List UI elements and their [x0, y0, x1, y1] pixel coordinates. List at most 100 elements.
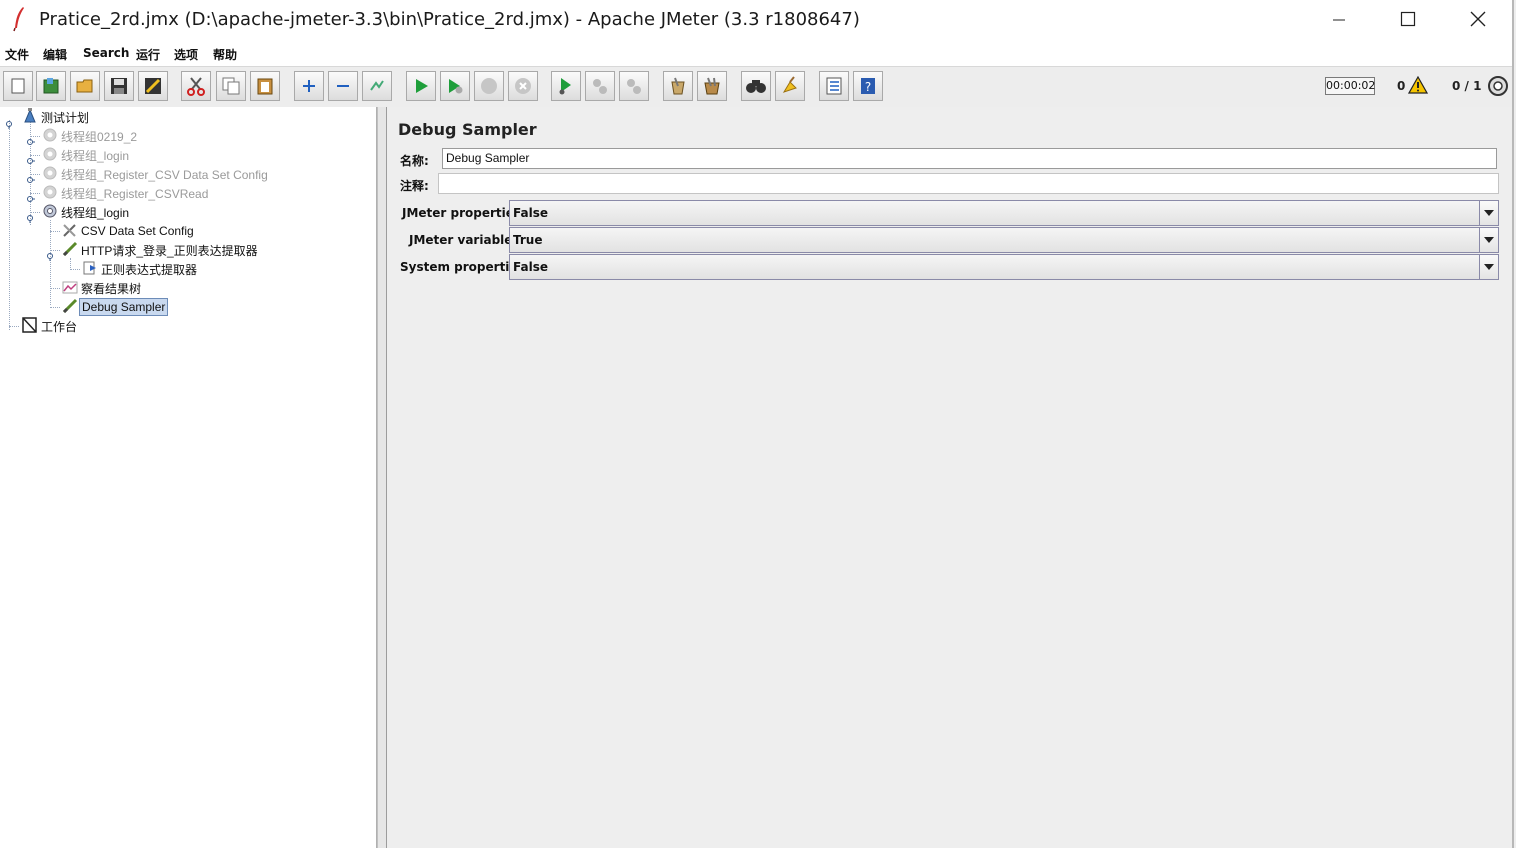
stop-button[interactable]: [474, 71, 504, 101]
expand-handle-icon[interactable]: [26, 189, 35, 208]
tree-node-thread-group[interactable]: 线程组_login: [41, 146, 131, 164]
tree-node-http-request[interactable]: HTTP请求_登录_正则表达提取器: [61, 241, 260, 259]
menu-edit[interactable]: 编辑: [43, 46, 67, 63]
function-helper-button[interactable]: [819, 71, 849, 101]
jmeter-variables-select[interactable]: True: [509, 227, 1499, 253]
debug-sampler-panel: Debug Sampler 名称: Debug Sampler 注释: JMet…: [387, 107, 1512, 848]
remote-status-icon: [1487, 75, 1509, 101]
jmeter-window: Pratice_2rd.jmx (D:\apache-jmeter-3.3\bi…: [0, 0, 1514, 848]
new-icon: [9, 77, 27, 95]
help-button[interactable]: ?: [853, 71, 883, 101]
start-button[interactable]: [406, 71, 436, 101]
menu-help[interactable]: 帮助: [213, 46, 237, 63]
save-icon: [109, 76, 129, 96]
remote-start-button[interactable]: [551, 71, 581, 101]
clear-all-icon: [702, 76, 722, 96]
reset-search-icon: [780, 76, 800, 96]
tree-node-test-plan[interactable]: 测试计划: [21, 107, 91, 126]
expand-handle-icon[interactable]: [26, 151, 35, 170]
maximize-button[interactable]: [1378, 0, 1438, 42]
stop-icon: [479, 76, 499, 96]
clear-all-button[interactable]: [697, 71, 727, 101]
tree-node-debug-sampler[interactable]: Debug Sampler: [61, 298, 169, 317]
collapse-handle-icon[interactable]: [26, 208, 35, 227]
jmeter-variables-value: True: [513, 233, 543, 247]
toggle-button[interactable]: [362, 71, 392, 101]
tree-node-label: 线程组_Register_CSV Data Set Config: [61, 167, 268, 182]
open-button[interactable]: [70, 71, 100, 101]
remote-shutdown-button[interactable]: [619, 71, 649, 101]
close-button[interactable]: [1448, 0, 1508, 42]
jmeter-properties-value: False: [513, 206, 548, 220]
cut-button[interactable]: [181, 71, 211, 101]
warning-icon[interactable]: [1407, 75, 1429, 98]
tree-node-label: 线程组0219_2: [61, 129, 138, 144]
tree-node-label: 工作台: [41, 319, 78, 334]
expand-handle-icon[interactable]: [26, 170, 35, 189]
chevron-down-icon[interactable]: [1479, 201, 1498, 225]
menu-run[interactable]: 运行: [136, 46, 160, 63]
tree-node-thread-group[interactable]: 线程组_Register_CSVRead: [41, 184, 210, 202]
tree-node-label: Debug Sampler: [79, 298, 169, 316]
tree-node-label: 线程组_login: [61, 205, 130, 220]
tree-node-workbench[interactable]: 工作台: [21, 316, 79, 336]
collapse-handle-icon[interactable]: [5, 114, 14, 133]
expand-handle-icon[interactable]: [26, 132, 35, 151]
tree-node-label: CSV Data Set Config: [81, 224, 194, 238]
expand-all-button[interactable]: [294, 71, 324, 101]
save-button[interactable]: [104, 71, 134, 101]
function-helper-icon: [824, 76, 844, 96]
search-button[interactable]: [741, 71, 771, 101]
thread-group-icon: [41, 146, 59, 165]
tree-node-label: 线程组_login: [61, 148, 130, 163]
elapsed-timer: 00:00:02: [1325, 77, 1375, 95]
tree-node-csv-config[interactable]: CSV Data Set Config: [61, 222, 196, 240]
remote-stop-button[interactable]: [585, 71, 615, 101]
clear-button[interactable]: [663, 71, 693, 101]
workbench-icon: [21, 316, 39, 336]
menu-options[interactable]: 选项: [174, 46, 198, 63]
tree-node-view-results-tree[interactable]: 察看结果树: [61, 279, 143, 297]
tree-node-thread-group[interactable]: 线程组_Register_CSV Data Set Config: [41, 165, 270, 183]
toggle-icon: [368, 77, 386, 95]
start-no-pause-icon: [446, 77, 464, 95]
chevron-down-icon[interactable]: [1479, 228, 1498, 252]
copy-icon: [221, 76, 241, 96]
open-icon: [75, 76, 95, 96]
paste-icon: [255, 76, 275, 96]
system-properties-select[interactable]: False: [509, 254, 1499, 280]
chevron-down-icon[interactable]: [1479, 255, 1498, 279]
templates-button[interactable]: [36, 71, 66, 101]
paste-button[interactable]: [250, 71, 280, 101]
collapse-handle-icon[interactable]: [46, 246, 55, 265]
thread-group-icon: [41, 165, 59, 184]
minimize-button[interactable]: [1309, 0, 1369, 42]
remote-shutdown-icon: [624, 76, 644, 96]
thread-group-icon: [41, 184, 59, 203]
jmeter-variables-label: JMeter variables:: [409, 233, 525, 247]
minimize-icon: [1332, 12, 1346, 31]
post-processor-icon: [81, 260, 99, 279]
tree-node-thread-group[interactable]: 线程组0219_2: [41, 127, 139, 145]
tree-node-thread-group[interactable]: 线程组_login: [41, 203, 131, 221]
search-icon: [745, 77, 767, 95]
tree-node-label: 正则表达式提取器: [101, 262, 198, 277]
copy-button[interactable]: [216, 71, 246, 101]
toolbar: ? 00:00:02 0 0 / 1: [0, 66, 1512, 108]
sampler-icon: [61, 298, 79, 317]
menu-file[interactable]: 文件: [5, 46, 29, 63]
split-pane-divider[interactable]: [377, 107, 387, 848]
comment-field[interactable]: [438, 173, 1499, 194]
shutdown-button[interactable]: [508, 71, 538, 101]
tree-node-label: 测试计划: [41, 110, 90, 125]
collapse-all-button[interactable]: [328, 71, 358, 101]
start-no-pauses-button[interactable]: [440, 71, 470, 101]
save-as-button[interactable]: [138, 71, 168, 101]
new-button[interactable]: [3, 71, 33, 101]
tree-node-regex-extractor[interactable]: 正则表达式提取器: [81, 260, 199, 278]
panel-title: Debug Sampler: [398, 120, 537, 139]
reset-search-button[interactable]: [775, 71, 805, 101]
menu-search[interactable]: Search: [83, 46, 129, 60]
jmeter-properties-select[interactable]: False: [509, 200, 1499, 226]
name-field[interactable]: Debug Sampler: [442, 148, 1497, 169]
